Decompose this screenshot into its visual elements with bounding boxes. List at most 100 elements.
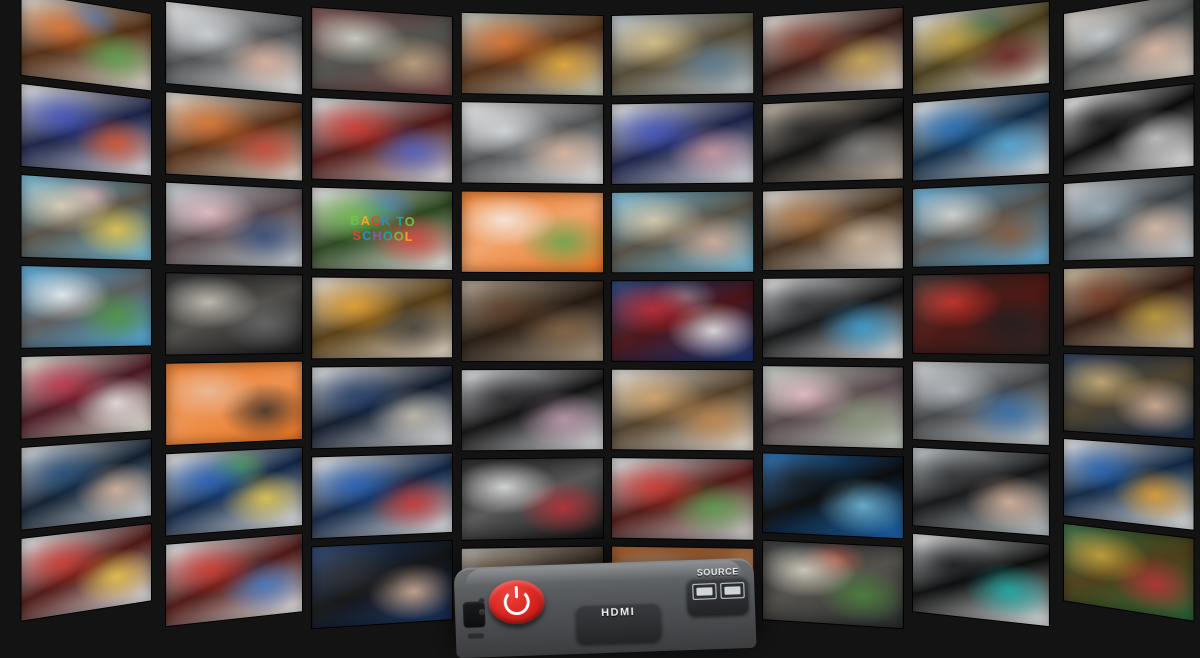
screen-image [1064,266,1194,348]
screen-image [21,266,151,348]
screen-image [913,447,1050,536]
screen-tile[interactable] [612,369,754,451]
screen-tile[interactable] [612,280,754,361]
screen-image [21,523,151,621]
screen-image [762,541,903,629]
screen-tile[interactable]: BACK TO SCHOOL [312,187,453,271]
source-switch-icon [692,582,745,600]
screen-tile[interactable] [21,0,151,91]
screen-tile[interactable] [762,98,903,184]
screen-image [21,175,151,261]
screen-image [312,277,453,359]
screen-tile[interactable] [312,453,453,539]
screen-column: BACK TO SCHOOL [312,8,453,630]
screen-tile[interactable] [612,101,754,184]
screen-tile[interactable] [1064,84,1194,176]
screen-tile[interactable] [461,191,603,273]
screen-image [461,280,603,361]
screen-image [1064,84,1194,176]
screen-tile[interactable] [913,533,1050,626]
screen-tile[interactable] [913,361,1050,445]
screen-tile[interactable] [913,447,1050,536]
screen-tile[interactable] [762,277,903,359]
screen-tile[interactable] [461,369,603,451]
screen-image [461,191,603,273]
screen-tile[interactable] [165,182,302,267]
screen-tile[interactable] [312,541,453,629]
screen-tile[interactable] [762,8,903,96]
screen-image [312,187,453,271]
screen-image [913,182,1050,267]
screen-image [312,541,453,629]
screen-column [1064,0,1194,630]
screen-tile[interactable] [762,366,903,449]
screen-image [461,369,603,451]
screen-tile[interactable] [165,273,302,355]
screen-column [165,1,302,630]
screen-tile[interactable] [461,280,603,361]
screen-tile[interactable] [762,187,903,271]
screen-image [913,533,1050,626]
screen-tile[interactable] [612,12,754,96]
screen-tile[interactable] [1064,523,1194,621]
screen-tile[interactable] [165,361,302,445]
screen-image [312,366,453,449]
screen-image [21,0,151,91]
screen-tile[interactable] [913,273,1050,355]
screen-image [165,273,302,355]
screen-tile[interactable] [913,182,1050,267]
screen-tile[interactable] [461,12,603,96]
screen-tile[interactable] [21,175,151,261]
screen-image [913,273,1050,355]
screen-image [165,447,302,536]
screen-tile[interactable] [1064,0,1194,91]
screen-tile[interactable] [612,191,754,273]
screen-image [165,533,302,626]
screen-tile[interactable] [312,8,453,96]
screen-image [612,280,754,361]
remote-slot [467,633,484,639]
screen-tile[interactable] [612,457,754,540]
screen-tile[interactable] [165,92,302,181]
screen-column [612,12,754,630]
screen-image [913,1,1050,95]
screen-image [312,98,453,184]
screen-image [1064,353,1194,439]
screen-image [612,369,754,451]
screen-tile[interactable] [461,101,603,184]
screen-image [461,12,603,96]
screen-tile[interactable] [913,92,1050,181]
screen-tile[interactable] [165,533,302,626]
screen-image [762,8,903,96]
screen-image [165,92,302,181]
tv-remote-control[interactable]: HDMI SOURCE [453,557,757,658]
screen-image [461,101,603,184]
screen-tile[interactable] [21,353,151,439]
screen-tile[interactable] [165,447,302,536]
screen-image [762,187,903,271]
screen-tile[interactable] [762,453,903,539]
screen-tile[interactable] [1064,353,1194,439]
screen-image [762,366,903,449]
screen-tile[interactable] [21,266,151,348]
screen-tile[interactable] [1064,438,1194,530]
screen-tile[interactable] [312,98,453,184]
screen-tile[interactable] [21,84,151,176]
screen-tile[interactable] [913,1,1050,95]
screen-tile[interactable] [312,277,453,359]
screen-tile[interactable] [762,541,903,629]
screen-tile[interactable] [1064,266,1194,348]
screen-image [612,457,754,540]
screen-tile[interactable] [461,457,603,540]
screen-column [913,1,1050,630]
screen-tile[interactable] [21,438,151,530]
screen-image [1064,175,1194,261]
screen-image [612,12,754,96]
screen-image [762,277,903,359]
screen-column [21,0,151,630]
screen-tile[interactable] [165,1,302,95]
screen-tile[interactable] [312,366,453,449]
screen-tile[interactable] [21,523,151,621]
screen-tile[interactable] [1064,175,1194,261]
screen-image [612,191,754,273]
